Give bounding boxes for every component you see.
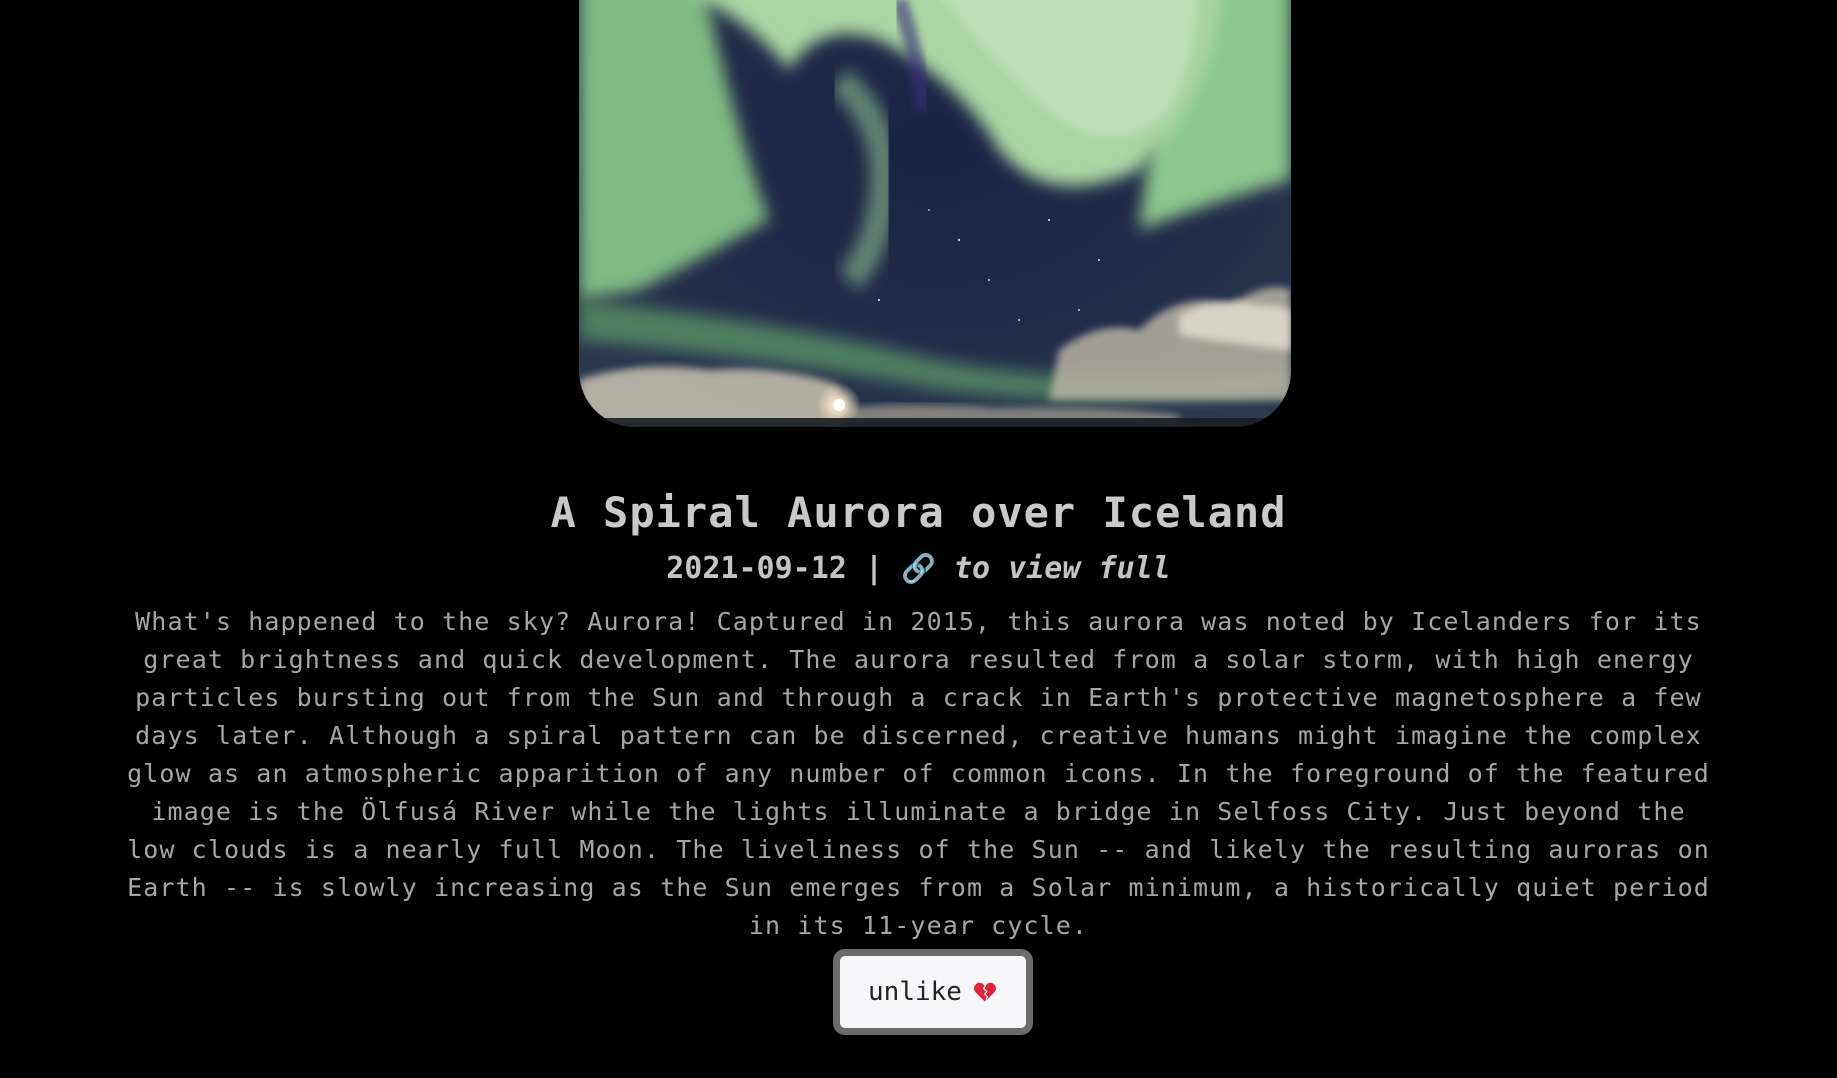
view-full-link[interactable]: 🔗 to view full bbox=[901, 551, 1171, 586]
unlike-button[interactable]: unlike bbox=[833, 949, 1033, 1035]
date-text: 2021-09-12 bbox=[666, 551, 847, 586]
unlike-button-label: unlike bbox=[868, 977, 962, 1007]
link-icon: 🔗 bbox=[901, 552, 936, 585]
date-line: 2021-09-12 | 🔗 to view full bbox=[0, 551, 1837, 586]
aurora-image bbox=[579, 0, 1291, 427]
page-title: A Spiral Aurora over Iceland bbox=[550, 488, 1287, 537]
separator: | bbox=[864, 551, 883, 586]
aurora-photo bbox=[579, 0, 1291, 427]
broken-heart-icon bbox=[973, 982, 996, 1002]
view-full-link-text: to view full bbox=[954, 551, 1171, 586]
explanation-text: What's happened to the sky? Aurora! Capt… bbox=[127, 607, 1710, 940]
